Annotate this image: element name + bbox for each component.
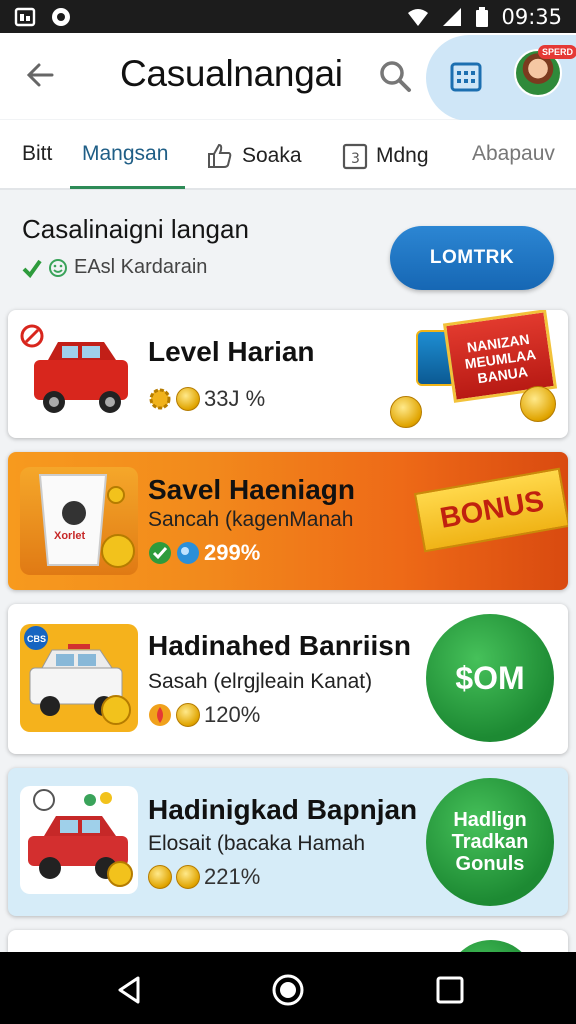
settings-icon xyxy=(52,7,70,26)
card-meta-text: 299% xyxy=(204,540,261,565)
signal-icon xyxy=(443,7,462,26)
card-meta-text: 221% xyxy=(204,864,261,889)
coin-icon xyxy=(148,865,172,889)
coin-icon xyxy=(390,396,422,428)
list-item[interactable]: Level Harian 33J % NANIZAN MEUMLAA BANUA xyxy=(8,310,568,438)
cup-thumbnail: Xorlet xyxy=(20,467,138,575)
tab-label: Abapauv xyxy=(472,142,555,165)
car-thumbnail xyxy=(20,320,138,428)
smiley-icon xyxy=(49,258,67,277)
card-meta: 33J % xyxy=(148,386,265,412)
status-bar: 09:35 xyxy=(0,0,576,33)
svg-text:3: 3 xyxy=(351,151,360,167)
thumb-badge: CBS xyxy=(27,634,46,644)
card-meta: 299% xyxy=(148,540,260,566)
card-subtitle: Sasah (elrgjleain Kanat) xyxy=(148,670,373,693)
card-title: Hadinahed Banriisn xyxy=(148,630,411,661)
card-title: Hadinigkad Bapnjan xyxy=(148,794,418,825)
active-tab-indicator xyxy=(70,186,185,189)
red-sedan-icon xyxy=(28,789,133,887)
back-arrow-icon[interactable] xyxy=(22,57,58,93)
tab-bar: Bitt Mangsan Soaka 3 Mdng Abapauv xyxy=(0,120,576,190)
system-nav-bar xyxy=(0,952,576,1024)
card-meta: 221% xyxy=(148,864,260,890)
checkmark-icon xyxy=(22,259,42,278)
tab-bitt[interactable]: Bitt xyxy=(22,142,52,166)
gallery-icon xyxy=(14,7,36,26)
recents-square-icon[interactable] xyxy=(432,972,468,1008)
status-time: 09:35 xyxy=(501,4,562,29)
calendar-icon: 3 xyxy=(342,143,368,170)
car-thumbnail: CBS xyxy=(20,624,138,732)
list-item[interactable]: CBS Hadinahed Banriisn Sasah (elrgjleain… xyxy=(8,604,568,754)
section-subtitle: EAsl Kardarain xyxy=(22,256,207,279)
calendar-grid-icon[interactable] xyxy=(450,61,482,93)
section-subtitle-text: EAsl Kardarain xyxy=(74,256,208,278)
list-item[interactable]: Xorlet Savel Haeniagn Sancah (kagenManah… xyxy=(8,452,568,590)
red-suv-icon xyxy=(20,324,128,413)
search-icon[interactable] xyxy=(378,59,412,93)
cup-icon: Xorlet xyxy=(38,474,135,568)
tab-label: Mangsan xyxy=(82,142,169,165)
home-circle-icon[interactable] xyxy=(270,972,306,1008)
white-suv-icon: CBS xyxy=(24,626,131,725)
card-title: Level Harian xyxy=(148,336,315,367)
tab-label: Soaka xyxy=(242,144,302,167)
car-thumbnail xyxy=(20,786,138,894)
bonus-ribbon: BONUS xyxy=(413,467,568,553)
promo-banner-text: NANIZAN MEUMLAA BANUA xyxy=(463,330,537,387)
cup-label: Xorlet xyxy=(54,530,86,542)
gear-coin-icon xyxy=(149,388,171,410)
back-triangle-icon[interactable] xyxy=(112,972,148,1008)
battery-icon xyxy=(476,6,489,27)
reward-badge: Hadlign Tradkan Gonuls xyxy=(426,778,554,906)
reward-badge-text: Hadlign Tradkan Gonuls xyxy=(451,809,529,875)
card-subtitle: Elosait (bacaka Hamah xyxy=(148,832,366,855)
card-meta-text: 120% xyxy=(204,702,261,727)
avatar-badge: SPERD xyxy=(538,45,576,59)
list-item[interactable]: Hadinigkad Bapnjan Elosait (bacaka Hamah… xyxy=(8,768,568,916)
check-circle-icon xyxy=(149,542,171,564)
coin-icon xyxy=(520,386,556,422)
card-subtitle: Sancah (kagenManah xyxy=(148,508,354,531)
reward-badge-text: $OM xyxy=(455,659,525,696)
section-title: Casalinaigni langan xyxy=(22,214,249,244)
app-title: Casualnangai xyxy=(120,53,343,94)
tab-label: Bitt xyxy=(22,142,53,165)
tab-label: Mdng xyxy=(376,144,429,167)
tab-abapauv[interactable]: Abapauv xyxy=(472,142,555,166)
coin-icon xyxy=(176,865,200,889)
primary-action-button[interactable]: LOMTRK xyxy=(390,226,554,290)
card-title: Savel Haeniagn xyxy=(148,474,355,505)
coin-icon xyxy=(176,387,200,411)
thumbs-up-icon xyxy=(208,143,232,168)
tab-mangsan[interactable]: Mangsan xyxy=(82,142,168,166)
fire-coin-icon xyxy=(149,704,171,726)
reward-badge: $OM xyxy=(426,614,554,742)
wifi-icon xyxy=(408,8,429,26)
bonus-ribbon-text: BONUS xyxy=(437,484,547,535)
globe-icon xyxy=(177,542,199,564)
tab-soaka[interactable]: Soaka xyxy=(206,142,302,170)
tab-mdng[interactable]: 3 Mdng xyxy=(342,142,429,170)
card-meta-text: 33J % xyxy=(204,386,266,411)
coin-icon xyxy=(176,703,200,727)
app-bar: Casualnangai SPERD xyxy=(0,33,576,121)
card-meta: 120% xyxy=(148,702,260,728)
